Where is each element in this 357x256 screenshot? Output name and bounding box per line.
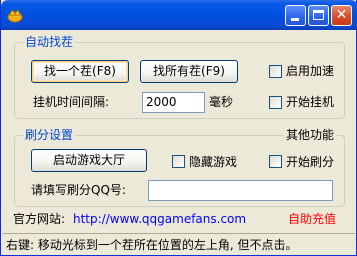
enable-speedup-checkbox[interactable]	[269, 65, 282, 78]
close-button[interactable]: ✕	[331, 5, 352, 26]
other-functions-title: 其他功能	[284, 128, 337, 142]
find-one-button[interactable]: 找一个茬(F8)	[31, 60, 129, 83]
start-hang-label[interactable]: 开始挂机	[286, 95, 334, 109]
qq-number-input[interactable]	[148, 180, 333, 201]
status-text: 右键: 移动光标到一个茬所在位置的左上角, 但不点击。	[6, 238, 298, 252]
title-bar[interactable]: ✕	[1, 0, 357, 30]
minimize-button[interactable]	[285, 5, 306, 26]
website-link[interactable]: http://www.qqgamefans.com	[73, 212, 246, 226]
start-score-checkbox[interactable]	[269, 155, 282, 168]
close-icon: ✕	[335, 7, 348, 23]
hang-interval-input[interactable]: 2000	[142, 92, 205, 113]
find-all-button[interactable]: 找所有茬(F9)	[140, 60, 238, 83]
hang-interval-label: 挂机时间间隔:	[33, 95, 110, 109]
hide-game-label[interactable]: 隐藏游戏	[189, 155, 237, 169]
qq-number-label: 请填写刷分QQ号:	[31, 183, 126, 197]
app-window: ✕ 自动找茬 找一个茬(F8) 找所有茬(F9) 启用加速 挂机时间间隔: 20…	[0, 0, 357, 256]
status-bar: 右键: 移动光标到一个茬所在位置的左上角, 但不点击。	[2, 233, 355, 255]
score-settings-group-title: 刷分设置	[23, 128, 76, 142]
auto-find-group-title: 自动找茬	[23, 35, 76, 49]
auto-recharge-link[interactable]: 自助充值	[288, 212, 336, 226]
maximize-button[interactable]	[308, 5, 329, 26]
app-gold-icon[interactable]	[7, 7, 23, 23]
website-label: 官方网站:	[13, 212, 66, 226]
hide-game-checkbox[interactable]	[172, 155, 185, 168]
maximize-icon	[313, 10, 324, 20]
minimize-icon	[291, 18, 299, 21]
interval-unit-label: 毫秒	[209, 95, 234, 109]
start-hang-checkbox[interactable]	[269, 96, 282, 109]
start-score-label[interactable]: 开始刷分	[286, 155, 334, 169]
launch-game-hall-button[interactable]: 启动游戏大厅	[31, 149, 147, 172]
enable-speedup-label[interactable]: 启用加速	[286, 64, 334, 78]
